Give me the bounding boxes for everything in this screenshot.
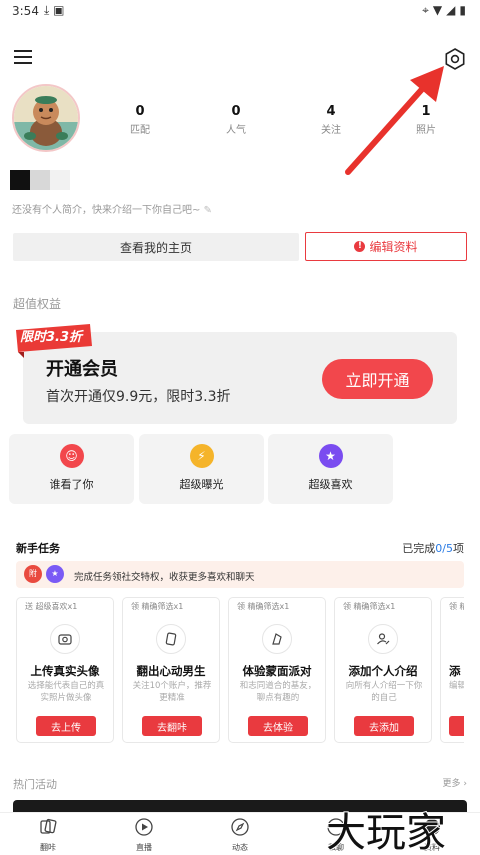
task-title: 添加个人介绍 bbox=[348, 664, 418, 678]
task-reward-tag: 送 超级喜欢x1 bbox=[25, 602, 78, 611]
download-icon: ⤓ ▣ bbox=[44, 3, 65, 17]
tab-label: 翻咔 bbox=[40, 843, 56, 852]
stat-label: 照片 bbox=[416, 125, 436, 136]
mask-icon bbox=[262, 624, 292, 654]
task-action-button[interactable]: 去上传 bbox=[36, 716, 96, 736]
view-home-button[interactable]: 查看我的主页 bbox=[13, 233, 299, 261]
task-desc: 向所有人介绍一下你的自己 bbox=[345, 681, 423, 703]
star-icon: ★ bbox=[318, 444, 343, 468]
task-card[interactable]: 领 精确筛选x1 翻出心动男生 关注10个账户，推荐更精准 去翻咔 bbox=[122, 597, 220, 743]
stat-value: 0 bbox=[231, 104, 241, 119]
stat-value: 0 bbox=[135, 104, 145, 119]
stat-label: 匹配 bbox=[130, 125, 150, 136]
task-card-list[interactable]: 送 超级喜欢x1 上传真实头像 选择能代表自己的真实照片做头像 去上传 领 精确… bbox=[16, 597, 464, 745]
username-redacted bbox=[10, 170, 70, 190]
cards-icon bbox=[40, 818, 57, 834]
stat-match[interactable]: 0 匹配 bbox=[105, 104, 175, 136]
tab-live[interactable]: 直播 bbox=[114, 817, 174, 853]
task-title: 上传真实头像 bbox=[30, 664, 100, 678]
tasks-banner: 附 ★ 完成任务领社交特权，收获更多喜欢和聊天 bbox=[16, 561, 464, 588]
lightning-icon: ⚡ bbox=[189, 444, 214, 468]
hot-title: 热门活动 bbox=[13, 778, 57, 791]
alert-icon: ! bbox=[354, 241, 366, 252]
tasks-progress: 已完成0/5项 bbox=[402, 542, 464, 555]
edit-profile-label: 编辑资料 bbox=[369, 240, 418, 254]
task-title: 翻出心动男生 bbox=[136, 664, 206, 678]
task-reward-tag: 领 精 bbox=[449, 602, 464, 611]
discount-tag: 限时3.3折 bbox=[14, 322, 94, 358]
discount-tag-text: 限时3.3折 bbox=[20, 330, 83, 345]
menu-icon[interactable] bbox=[14, 50, 32, 66]
camera-icon bbox=[50, 624, 80, 654]
avatar[interactable] bbox=[12, 84, 80, 152]
feature-label: 超级喜欢 bbox=[308, 478, 353, 491]
card-icon bbox=[156, 624, 186, 654]
edit-profile-button[interactable]: ! 编辑资料 bbox=[305, 232, 467, 261]
vip-title: 开通会员 bbox=[46, 359, 118, 380]
compass-icon bbox=[231, 818, 249, 836]
hot-header: 热门活动 更多 › bbox=[13, 776, 467, 792]
task-title: 添 bbox=[449, 664, 461, 678]
status-bar: 3:54 ⤓ ▣ ⌖▼◢▮ bbox=[0, 0, 480, 22]
watermark-logo: 大玩家 bbox=[324, 800, 474, 855]
task-desc: 关注10个账户，推荐更精准 bbox=[132, 681, 212, 703]
benefits-title: 超值权益 bbox=[13, 297, 62, 311]
settings-icon[interactable] bbox=[442, 46, 468, 72]
task-desc: 和志同道合的基友，聊点有趣的 bbox=[239, 681, 317, 703]
tab-moments[interactable]: 动态 bbox=[210, 817, 270, 853]
nearby-badge-icon: 附 bbox=[24, 565, 42, 583]
task-reward-tag: 领 精确筛选x1 bbox=[131, 602, 184, 611]
task-action-button[interactable]: 去添加 bbox=[354, 716, 414, 736]
feature-super-like[interactable]: ★ 超级喜欢 bbox=[268, 434, 393, 504]
task-action-button[interactable]: 去翻咔 bbox=[142, 716, 202, 736]
tab-fanka[interactable]: 翻咔 bbox=[18, 817, 78, 853]
task-card[interactable]: 送 超级喜欢x1 上传真实头像 选择能代表自己的真实照片做头像 去上传 bbox=[16, 597, 114, 743]
task-reward-tag: 领 精确筛选x1 bbox=[237, 602, 290, 611]
vip-open-button[interactable]: 立即开通 bbox=[322, 359, 433, 399]
tasks-banner-text: 完成任务领社交特权，收获更多喜欢和聊天 bbox=[74, 572, 255, 583]
tasks-header: 新手任务 已完成0/5项 bbox=[16, 540, 464, 556]
stat-value: 1 bbox=[421, 104, 431, 119]
task-card[interactable]: 领 精 添 编辑 去 bbox=[440, 597, 464, 743]
status-time: 3:54 bbox=[12, 4, 39, 18]
task-card[interactable]: 领 精确筛选x1 体验蒙面派对 和志同道合的基友，聊点有趣的 去体验 bbox=[228, 597, 326, 743]
profile-stats: 0 匹配 0 人气 4 关注 1 照片 bbox=[100, 104, 480, 140]
stat-label: 关注 bbox=[321, 125, 341, 136]
stat-photos[interactable]: 1 照片 bbox=[391, 104, 461, 136]
task-action-button[interactable]: 去体验 bbox=[248, 716, 308, 736]
task-desc: 选择能代表自己的真实照片做头像 bbox=[27, 681, 105, 703]
feature-who-viewed[interactable]: ☺ 谁看了你 bbox=[9, 434, 134, 504]
stat-value: 4 bbox=[326, 104, 336, 119]
play-icon bbox=[135, 818, 153, 836]
task-desc: 编辑 bbox=[449, 681, 464, 691]
top-bar bbox=[0, 44, 480, 74]
system-icons: ⌖▼◢▮ bbox=[422, 3, 470, 17]
tasks-title: 新手任务 bbox=[16, 542, 60, 555]
task-action-button[interactable]: 去 bbox=[449, 716, 464, 736]
bio-text[interactable]: 还没有个人简介，快来介绍一下你自己吧~ ✎ bbox=[12, 201, 212, 216]
feature-super-exposure[interactable]: ⚡ 超级曝光 bbox=[139, 434, 264, 504]
feature-label: 谁看了你 bbox=[49, 478, 94, 491]
feature-label: 超级曝光 bbox=[179, 478, 224, 491]
stat-popularity[interactable]: 0 人气 bbox=[201, 104, 271, 136]
tab-label: 直播 bbox=[136, 843, 152, 852]
tab-label: 动态 bbox=[232, 843, 248, 852]
smile-icon: ☺ bbox=[59, 444, 84, 468]
pencil-icon: ✎ bbox=[203, 205, 212, 216]
hot-more-link[interactable]: 更多 › bbox=[443, 776, 467, 789]
stat-following[interactable]: 4 关注 bbox=[296, 104, 366, 136]
bio-placeholder: 还没有个人简介，快来介绍一下你自己吧~ bbox=[12, 205, 201, 216]
task-reward-tag: 领 精确筛选x1 bbox=[343, 602, 396, 611]
user-edit-icon bbox=[368, 624, 398, 654]
stat-label: 人气 bbox=[226, 125, 246, 136]
task-card[interactable]: 领 精确筛选x1 添加个人介绍 向所有人介绍一下你的自己 去添加 bbox=[334, 597, 432, 743]
task-title: 体验蒙面派对 bbox=[242, 664, 312, 678]
vip-subtitle: 首次开通仅9.9元，限时3.3折 bbox=[46, 389, 231, 405]
star-badge-icon: ★ bbox=[46, 565, 64, 583]
svg-text:大玩家: 大玩家 bbox=[326, 810, 446, 855]
